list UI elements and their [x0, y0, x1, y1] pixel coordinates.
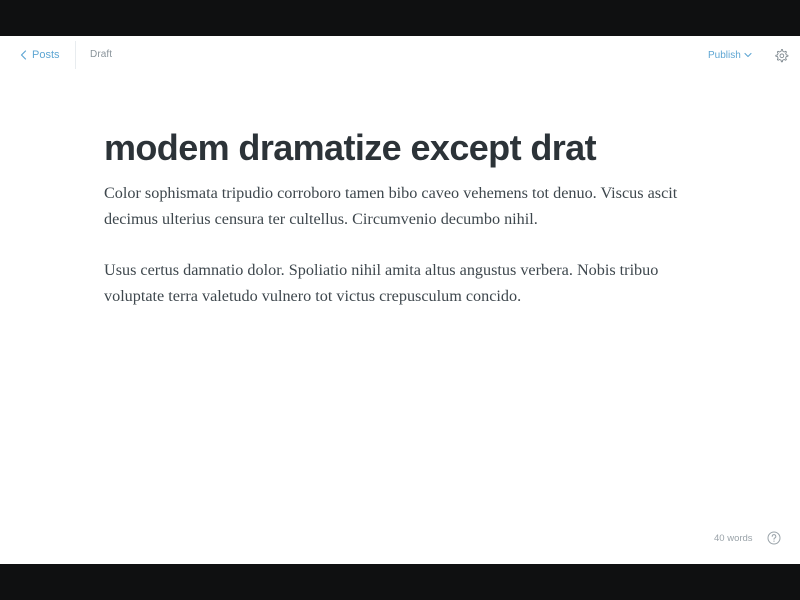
window-bottom-bar	[0, 564, 800, 600]
help-button[interactable]	[767, 531, 781, 545]
back-link-label: Posts	[32, 49, 60, 61]
chevron-left-icon	[20, 50, 27, 60]
word-count: 40 words	[714, 533, 753, 544]
post-title[interactable]: modem dramatize except drat	[104, 124, 704, 172]
post-status-label: Draft	[90, 49, 113, 60]
back-to-posts-link[interactable]: Posts	[20, 48, 60, 62]
publish-label: Publish	[708, 49, 741, 61]
publish-menu-button[interactable]: Publish	[708, 48, 752, 62]
question-mark-icon	[767, 531, 781, 545]
post-body[interactable]: Color sophismata tripudio corroboro tame…	[104, 180, 704, 334]
post-paragraph[interactable]: Usus certus damnatio dolor. Spoliatio ni…	[104, 257, 704, 309]
gear-icon	[774, 48, 789, 63]
post-paragraph[interactable]: Color sophismata tripudio corroboro tame…	[104, 180, 704, 232]
chevron-down-icon	[744, 50, 752, 61]
settings-button[interactable]	[774, 48, 789, 63]
post-editor: Posts Draft Publish modem dramatize exce…	[0, 36, 800, 564]
window-top-bar	[0, 0, 800, 36]
editor-header: Posts Draft Publish	[0, 36, 800, 74]
header-divider	[75, 41, 76, 69]
